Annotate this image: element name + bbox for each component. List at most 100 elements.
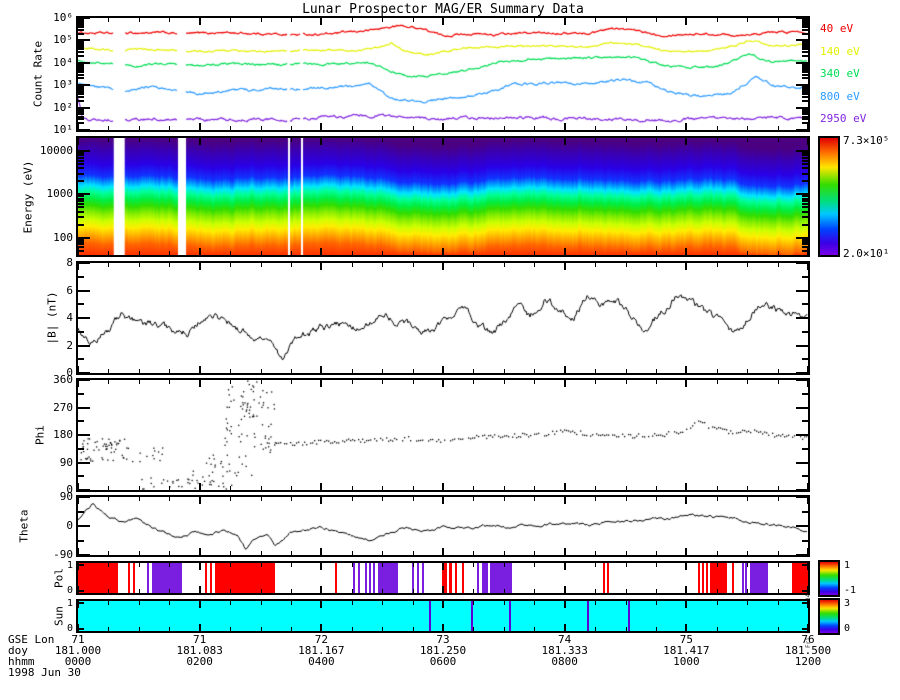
b_magnitude-ytick <box>802 303 808 306</box>
pol-xtick-minor <box>625 589 627 593</box>
pol-xtick-minor <box>290 589 292 593</box>
sun-xtick-minor <box>473 627 475 631</box>
energy_spectrogram-ytick <box>78 172 84 175</box>
b_magnitude-xtick-minor <box>777 369 779 373</box>
count_rate-xtick-minor <box>108 18 110 22</box>
phi-xtick-major <box>320 380 323 387</box>
sun-xtick-minor <box>108 627 110 631</box>
theta-ytick <box>802 510 808 513</box>
b_magnitude-xtick-minor <box>138 263 140 267</box>
theta-xtick-minor <box>595 551 597 555</box>
b_magnitude-xtick-major <box>563 263 566 270</box>
energy_spectrogram-ytick-label: 10000 <box>39 144 73 158</box>
count_rate-ytick <box>78 129 90 131</box>
theta-xtick-minor <box>412 551 414 555</box>
energy_spectrogram-ytick <box>802 172 808 175</box>
energy_spectrogram-ytick <box>802 243 808 246</box>
energy_spectrogram-ytick <box>78 200 84 203</box>
count_rate-ytick <box>802 46 808 49</box>
count_rate-xtick-major <box>807 18 809 25</box>
pol-xtick-major <box>807 563 809 570</box>
legend-item-2950eV: 2950 eV <box>820 112 867 125</box>
sun-xtick-major <box>563 601 566 608</box>
b_magnitude-ytick <box>796 289 808 292</box>
phi-xtick-minor <box>655 380 657 384</box>
b_magnitude-xtick-minor <box>230 263 232 267</box>
energy_spectrogram-xtick-major <box>563 248 566 255</box>
pol-segment <box>697 563 700 593</box>
theta-xtick-minor <box>169 497 171 501</box>
count_rate-ytick <box>802 55 808 58</box>
sun-xtick-minor <box>595 627 597 631</box>
count_rate-ytick <box>78 90 84 93</box>
pol-xtick-minor <box>351 589 353 593</box>
axis-column-hhmm: 0800 <box>551 655 578 668</box>
phi-xtick-minor <box>595 486 597 490</box>
count_rate-ytick <box>78 73 84 76</box>
axis-column-hhmm: 1000 <box>673 655 700 668</box>
count_rate-ytick <box>802 51 808 54</box>
phi-xtick-major <box>198 483 201 490</box>
phi-xtick-major <box>77 483 79 490</box>
colorbar-max-label: 7.3×10⁵ <box>843 134 890 147</box>
b_magnitude-xtick-minor <box>534 369 536 373</box>
theta-ytick <box>802 539 808 542</box>
sun-colorbar-top-label: 3 <box>844 598 851 609</box>
pol-xtick-major <box>563 586 566 593</box>
pol-segment <box>372 563 376 593</box>
count_rate-xtick-major <box>442 123 444 130</box>
count_rate-xtick-major <box>77 123 79 130</box>
pol-xtick-minor <box>230 589 232 593</box>
count_rate-ytick <box>802 70 808 73</box>
energy_spectrogram-ytick <box>78 195 84 198</box>
theta-xtick-major <box>807 548 809 555</box>
count_rate-ytick <box>78 95 84 98</box>
energy_spectrogram-ytick <box>78 203 84 206</box>
legend-item-140eV: 140 eV <box>820 44 860 58</box>
theta-xtick-minor <box>412 497 414 501</box>
sun-xtick-minor <box>351 627 353 631</box>
count_rate-ytick <box>802 28 808 31</box>
count_rate-ytick <box>802 118 808 121</box>
phi-xtick-major <box>563 483 566 490</box>
pol-xtick-minor <box>655 563 657 567</box>
count_rate-ytick <box>78 99 84 102</box>
pol-segment <box>732 563 735 593</box>
energy_spectrogram-ytick <box>802 152 808 155</box>
sun-xtick-minor <box>169 601 171 605</box>
pol-xtick-minor <box>625 563 627 567</box>
sun-xtick-minor <box>260 601 262 605</box>
count_rate-xtick-minor <box>716 18 718 22</box>
energy_spectrogram-ytick <box>78 152 84 155</box>
theta-ytick <box>78 525 90 527</box>
theta-xtick-minor <box>230 497 232 501</box>
sun-xtick-minor <box>169 627 171 631</box>
theta-ytick <box>78 510 84 513</box>
energy_spectrogram-ytick <box>802 154 808 157</box>
energy_spectrogram-xtick-major <box>77 138 79 145</box>
b_magnitude-ytick-label: 4 <box>66 311 73 324</box>
sun-event-line <box>429 601 432 631</box>
pol-segment <box>710 563 727 593</box>
phi-xtick-minor <box>230 380 232 384</box>
b_magnitude-xtick-minor <box>595 369 597 373</box>
energy_spectrogram-xtick-minor <box>138 251 140 255</box>
energy_spectrogram-xtick-minor <box>138 138 140 142</box>
b_magnitude-xtick-minor <box>412 369 414 373</box>
count_rate-xtick-major <box>685 123 688 130</box>
colorbar-min-label: 2.0×10¹ <box>843 247 890 260</box>
energy_spectrogram-ytick <box>802 159 808 162</box>
b_magnitude-ytick <box>78 303 84 306</box>
pol-segment <box>606 563 609 593</box>
theta-xtick-major <box>685 548 688 555</box>
energy_spectrogram-xtick-minor <box>473 138 475 142</box>
sun-xtick-major <box>807 601 809 608</box>
theta-ytick <box>78 496 90 498</box>
phi-xtick-minor <box>138 380 140 384</box>
count_rate-xtick-minor <box>625 126 627 130</box>
theta-xtick-minor <box>655 551 657 555</box>
b_magnitude-xtick-major <box>563 366 566 373</box>
energy_spectrogram-xtick-minor <box>534 251 536 255</box>
sun-xtick-major <box>198 624 201 631</box>
count_rate-xtick-minor <box>351 18 353 22</box>
